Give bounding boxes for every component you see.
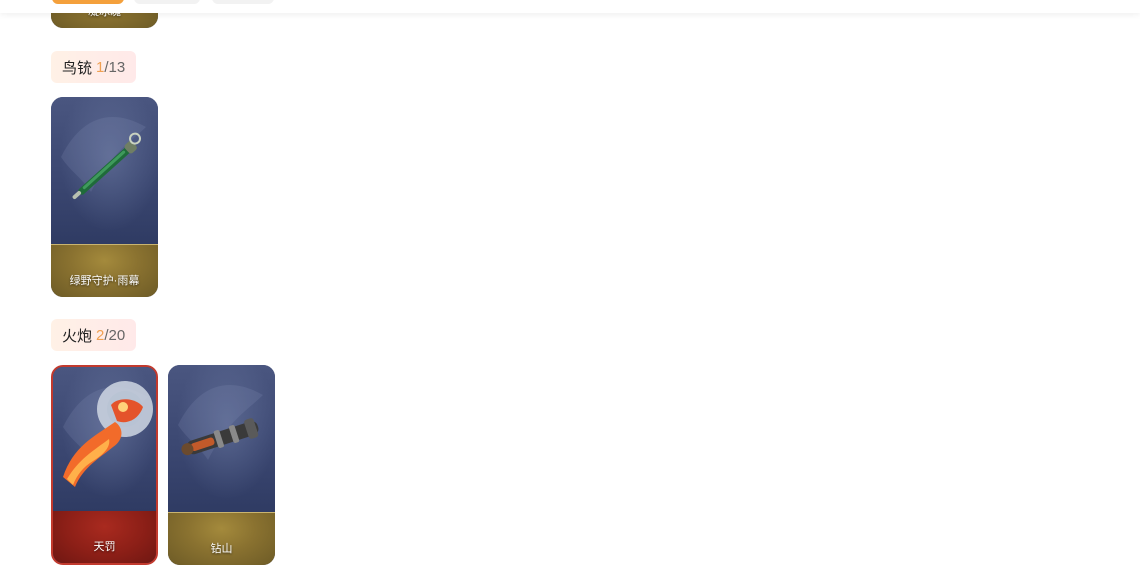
weapon-name: 绿野守护·雨幕 [69, 275, 140, 287]
tab-active[interactable] [52, 0, 124, 4]
section-header-cannon: 火炮 2 / 20 [51, 319, 137, 351]
owned-count: 2 [96, 326, 105, 344]
weapon-art [51, 97, 158, 245]
flame-cannon-icon [63, 381, 153, 487]
weapon-card-legendary[interactable]: 天罚 [51, 365, 158, 565]
top-tab-bar [0, 0, 1140, 13]
card-base [53, 511, 156, 563]
section-header-musket: 鸟铳 1 / 13 [51, 51, 137, 83]
section-title: 火炮 [62, 327, 93, 345]
weapon-art [53, 367, 156, 511]
card-base [51, 244, 158, 297]
weapon-art [168, 365, 275, 513]
weapon-name: 天罚 [93, 541, 116, 553]
total-count: 20 [108, 326, 126, 344]
section-title: 鸟铳 [62, 59, 93, 77]
weapon-name: 钻山 [210, 543, 233, 555]
weapon-card[interactable]: 绿野守护·雨幕 [51, 97, 158, 297]
card-base [168, 512, 275, 565]
drill-cannon-icon [178, 385, 263, 460]
weapon-card[interactable]: 钻山 [168, 365, 275, 565]
green-musket-icon [61, 117, 146, 200]
tab-3[interactable] [212, 0, 274, 4]
tab-2[interactable] [134, 0, 200, 4]
owned-count: 1 [96, 58, 105, 76]
total-count: 13 [108, 58, 126, 76]
